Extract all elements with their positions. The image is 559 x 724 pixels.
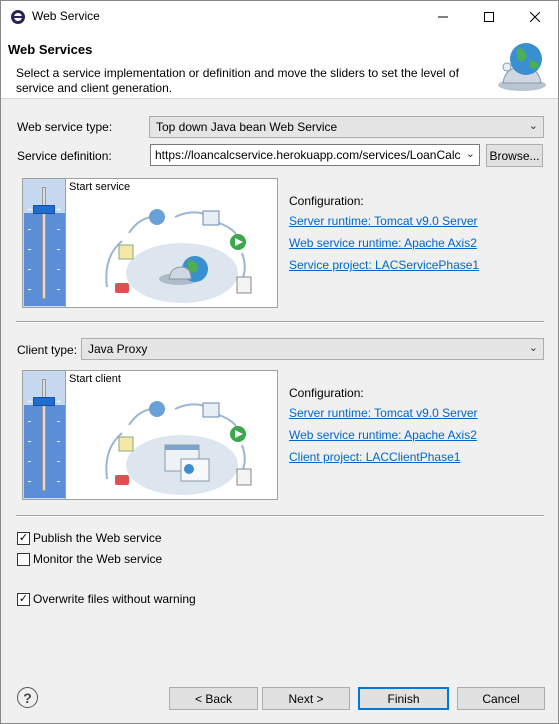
- slider-tick: [28, 401, 31, 402]
- client-type-select[interactable]: Java Proxy ⌄: [81, 338, 544, 360]
- monitor-checkbox-row[interactable]: Monitor the Web service: [17, 552, 162, 566]
- web-service-type-label: Web service type:: [17, 120, 113, 134]
- overwrite-label: Overwrite files without warning: [33, 592, 196, 606]
- close-button[interactable]: [512, 1, 558, 32]
- finish-button[interactable]: Finish: [358, 687, 449, 710]
- slider-tick: [28, 441, 31, 442]
- service-definition-value: https://loancalcservice.herokuapp.com/se…: [155, 148, 461, 162]
- slider-tick: [28, 269, 31, 270]
- slider-tick: [57, 209, 60, 210]
- web-services-globe-icon: [498, 43, 546, 91]
- separator: [16, 321, 544, 323]
- slider-tick: [57, 249, 60, 250]
- separator: [16, 515, 544, 517]
- chevron-down-icon: ⌄: [462, 147, 475, 160]
- slider-tick: [57, 421, 60, 422]
- client-slider-panel: Start client: [22, 370, 278, 500]
- deploy-icon: [115, 475, 129, 485]
- page-description: Select a service implementation or defin…: [16, 66, 459, 95]
- client-type-label: Client type:: [17, 343, 78, 357]
- header-banner: Web Services Select a service implementa…: [1, 32, 558, 99]
- minimize-button[interactable]: [420, 1, 466, 32]
- slider-tick: [28, 461, 31, 462]
- publish-checkbox-row[interactable]: ✓ Publish the Web service: [17, 531, 162, 545]
- chevron-down-icon: ⌄: [528, 120, 538, 132]
- next-button[interactable]: Next >: [262, 687, 350, 710]
- service-project-link[interactable]: Service project: LACServicePhase1: [289, 258, 479, 272]
- client-configuration-title: Configuration:: [289, 386, 364, 400]
- maximize-icon: [484, 11, 494, 22]
- monitor-checkbox[interactable]: [17, 552, 30, 566]
- service-slider[interactable]: [23, 179, 66, 307]
- web-service-dialog: Web Service Web Services Select a servic…: [0, 0, 559, 724]
- assemble-icon: [118, 244, 134, 260]
- service-ws-runtime-link[interactable]: Web service runtime: Apache Axis2: [289, 236, 477, 250]
- browse-button[interactable]: Browse...: [486, 144, 543, 167]
- develop-icon: [202, 210, 220, 226]
- overwrite-checkbox[interactable]: ✓: [17, 592, 30, 606]
- slider-tick: [28, 209, 31, 210]
- slider-tick: [57, 269, 60, 270]
- cancel-button[interactable]: Cancel: [457, 687, 545, 710]
- slider-tick: [28, 481, 31, 482]
- install-icon: [149, 401, 165, 417]
- monitor-label: Monitor the Web service: [33, 552, 163, 566]
- title-bar: Web Service: [1, 1, 558, 32]
- client-server-runtime-link[interactable]: Server runtime: Tomcat v9.0 Server: [289, 406, 478, 420]
- client-slider-track: [42, 379, 46, 491]
- client-slider-thumb[interactable]: [33, 397, 55, 406]
- install-icon: [149, 209, 165, 225]
- publish-label: Publish the Web service: [33, 531, 162, 545]
- service-configuration-title: Configuration:: [289, 194, 364, 208]
- test-icon: [236, 276, 252, 294]
- service-definition-input[interactable]: https://loancalcservice.herokuapp.com/se…: [150, 144, 480, 166]
- page-title: Web Services: [8, 42, 93, 57]
- service-slider-caption: Start service: [69, 181, 131, 193]
- back-button[interactable]: < Back: [169, 687, 258, 710]
- service-slider-thumb[interactable]: [33, 205, 55, 214]
- client-ws-runtime-link[interactable]: Web service runtime: Apache Axis2: [289, 428, 477, 442]
- service-slider-panel: Start service: [22, 178, 278, 308]
- client-lifecycle-diagram: [105, 401, 252, 495]
- web-service-type-value: Top down Java bean Web Service: [156, 120, 338, 134]
- slider-tick: [57, 401, 60, 402]
- test-icon: [236, 468, 252, 486]
- chevron-down-icon: ⌄: [528, 342, 538, 354]
- client-project-link[interactable]: Client project: LACClientPhase1: [289, 450, 460, 464]
- minimize-icon: [438, 16, 448, 17]
- slider-tick: [28, 421, 31, 422]
- maximize-button[interactable]: [466, 1, 512, 32]
- globe-icon: [184, 464, 194, 474]
- assemble-icon: [118, 436, 134, 452]
- slider-tick: [57, 289, 60, 290]
- window-title: Web Service: [32, 9, 100, 23]
- client-slider-caption: Start client: [69, 373, 121, 385]
- close-icon: [530, 11, 540, 22]
- slider-tick: [57, 481, 60, 482]
- overwrite-checkbox-row[interactable]: ✓ Overwrite files without warning: [17, 592, 196, 606]
- deploy-icon: [115, 283, 129, 293]
- service-definition-label: Service definition:: [17, 149, 112, 163]
- slider-tick: [28, 289, 31, 290]
- publish-checkbox[interactable]: ✓: [17, 531, 30, 545]
- web-service-type-select[interactable]: Top down Java bean Web Service ⌄: [149, 116, 544, 138]
- service-slider-track: [42, 187, 46, 299]
- service-lifecycle-diagram: [105, 209, 252, 303]
- slider-tick: [57, 461, 60, 462]
- help-icon[interactable]: ?: [17, 687, 38, 708]
- slider-tick: [28, 229, 31, 230]
- client-type-value: Java Proxy: [88, 342, 148, 356]
- client-slider[interactable]: [23, 371, 66, 499]
- slider-tick: [57, 441, 60, 442]
- develop-icon: [202, 402, 220, 418]
- slider-tick: [28, 249, 31, 250]
- service-server-runtime-link[interactable]: Server runtime: Tomcat v9.0 Server: [289, 214, 478, 228]
- slider-tick: [57, 229, 60, 230]
- eclipse-app-icon: [11, 10, 25, 24]
